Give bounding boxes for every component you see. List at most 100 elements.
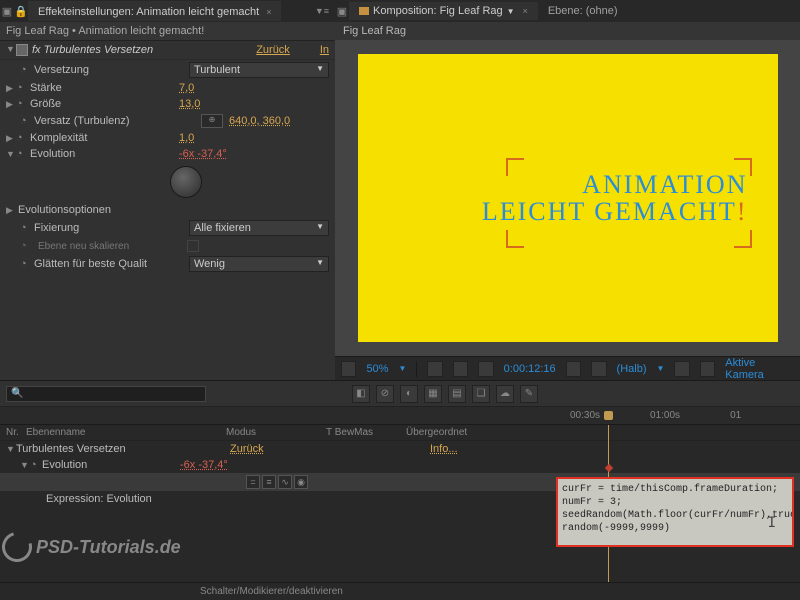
expression-pickwhip-icon[interactable]: ∿	[278, 475, 292, 489]
prop-label: Stärke	[28, 82, 179, 94]
tab-layer[interactable]: Ebene: (ohne)	[538, 2, 628, 20]
chevron-down-icon: ▼	[316, 258, 324, 270]
mask-icon[interactable]	[478, 361, 493, 377]
rotation-dial[interactable]	[170, 166, 202, 198]
guides-icon[interactable]	[453, 361, 468, 377]
selection-handle[interactable]	[506, 230, 524, 248]
channel-icon[interactable]	[591, 361, 606, 377]
search-input[interactable]: 🔍	[6, 386, 206, 402]
watermark: PSD-Tutorials.de	[2, 532, 181, 562]
selection-handle[interactable]	[506, 158, 524, 176]
aa-dropdown[interactable]: Wenig▼	[189, 256, 329, 272]
fx-enable-checkbox[interactable]	[16, 44, 28, 56]
prop-value[interactable]: 1,0	[179, 132, 329, 144]
stopwatch-icon[interactable]: ◔	[20, 64, 32, 76]
wrench-icon[interactable]: ✎	[520, 385, 538, 403]
prop-offset: ◔ Versatz (Turbulenz) ⊕ 640,0, 360,0	[0, 112, 335, 130]
view2-icon[interactable]	[700, 361, 715, 377]
prop-complexity: ▶ ◔ Komplexität 1,0	[0, 130, 335, 146]
stopwatch-icon[interactable]: ◔	[30, 459, 42, 471]
prop-label: Größe	[28, 98, 179, 110]
prop-value[interactable]: 7,0	[179, 82, 329, 94]
lock-closed-icon[interactable]: 🔒	[14, 5, 28, 18]
instance-link[interactable]: In	[320, 44, 329, 56]
lock-icon[interactable]: ▣	[0, 5, 14, 18]
blur-icon[interactable]: ▦	[424, 385, 442, 403]
stopwatch-icon[interactable]: ◔	[16, 132, 28, 144]
stopwatch-icon[interactable]: ◔	[20, 115, 32, 127]
viewer-tabs: ▣ Komposition: Fig Leaf Rag ▼ × Ebene: (…	[335, 0, 800, 22]
stopwatch-icon[interactable]: ◔	[16, 98, 28, 110]
disclosure-icon[interactable]: ▼	[6, 149, 16, 159]
stopwatch-icon[interactable]: ◔	[20, 222, 32, 234]
prop-value[interactable]: 640,0, 360,0	[229, 115, 329, 127]
prop-label: Versetzung	[32, 64, 189, 76]
viewer-controls: 50% ▼ 0:00:12:16 (Halb) ▼ Aktive Kamera	[335, 356, 800, 380]
tab-composition[interactable]: Komposition: Fig Leaf Rag ▼ ×	[349, 2, 538, 20]
brain-icon[interactable]: ☁	[496, 385, 514, 403]
pinning-dropdown[interactable]: Alle fixieren▼	[189, 220, 329, 236]
prop-label: Ebene neu skalieren	[32, 240, 187, 252]
stopwatch-icon[interactable]: ◔	[20, 258, 32, 270]
zoom-level[interactable]: 50%	[366, 363, 388, 375]
grid-icon[interactable]	[427, 361, 442, 377]
tab-effect-controls[interactable]: Effekteinstellungen: Animation leicht ge…	[28, 1, 281, 21]
snapshot-icon[interactable]	[566, 361, 581, 377]
timeline-ruler[interactable]: 00:30s 01:00s 01	[0, 407, 800, 425]
reset-link[interactable]: Zurück	[230, 443, 330, 455]
prop-displace: ◔ Versetzung Turbulent▼	[0, 60, 335, 80]
prop-antialiasing: ◔ Glätten für beste Qualit Wenig▼	[0, 254, 335, 274]
resolution[interactable]: (Halb)	[617, 363, 647, 375]
stopwatch-icon[interactable]: ◔	[16, 148, 28, 160]
prop-label: Evolutionsoptionen	[16, 204, 329, 216]
disclosure-icon[interactable]: ▼	[6, 44, 16, 56]
reset-link[interactable]: Zurück	[256, 44, 290, 56]
disclosure-icon[interactable]: ▼	[20, 460, 30, 470]
active-camera[interactable]: Aktive Kamera	[725, 357, 794, 381]
disclosure-icon[interactable]: ▶	[6, 205, 16, 216]
disclosure-icon[interactable]: ▼	[6, 444, 16, 454]
disclosure-icon[interactable]: ▶	[6, 133, 16, 144]
effect-panel-tabs: ▣ 🔒 Effekteinstellungen: Animation leich…	[0, 0, 335, 22]
prop-resize-layer: ◔ Ebene neu skalieren	[0, 238, 335, 254]
expression-editor[interactable]: curFr = time/thisComp.frameDuration; num…	[556, 477, 794, 547]
expression-graph-icon[interactable]: ≡	[262, 475, 276, 489]
timeline-row-effect[interactable]: ▼ Turbulentes Versetzen Zurück Info...	[0, 441, 800, 457]
shy-icon[interactable]: ⊘	[376, 385, 394, 403]
region-icon[interactable]	[341, 361, 356, 377]
expression-toggle-icon[interactable]: =	[246, 475, 260, 489]
disclosure-icon[interactable]: ▶	[6, 83, 16, 94]
position-crosshair-icon[interactable]: ⊕	[201, 114, 223, 128]
lock-icon[interactable]: ▣	[335, 5, 349, 18]
prop-value[interactable]: 13,0	[179, 98, 329, 110]
prop-value[interactable]: -6x -37,4°	[179, 148, 329, 160]
animation-text: ANIMATION LEICHT GEMACHT!	[482, 171, 748, 226]
selection-handle[interactable]	[734, 230, 752, 248]
close-icon[interactable]: ×	[266, 7, 271, 17]
expression-menu-icon[interactable]: ◉	[294, 475, 308, 489]
displace-dropdown[interactable]: Turbulent▼	[189, 62, 329, 78]
selection-handle[interactable]	[734, 158, 752, 176]
prop-size: ▶ ◔ Größe 13,0	[0, 96, 335, 112]
prop-value[interactable]: -6x -37,4°	[180, 459, 228, 471]
timeline-columns: Nr. Ebenenname Modus T BewMas Übergeordn…	[0, 425, 800, 441]
prop-label: Versatz (Turbulenz)	[32, 115, 201, 127]
graph-icon[interactable]: ▤	[448, 385, 466, 403]
timeline-row-evolution[interactable]: ▼ ◔ Evolution -6x -37,4°	[0, 457, 800, 473]
disclosure-icon[interactable]: ▶	[6, 99, 16, 110]
view1-icon[interactable]	[674, 361, 689, 377]
stopwatch-icon: ◔	[20, 240, 32, 252]
expression-text[interactable]: curFr = time/thisComp.frameDuration; num…	[562, 483, 788, 535]
composition-viewer[interactable]: ANIMATION LEICHT GEMACHT!	[335, 40, 800, 356]
current-time[interactable]: 0:00:12:16	[504, 363, 556, 375]
checkbox-disabled	[187, 240, 199, 252]
stopwatch-icon[interactable]: ◔	[16, 82, 28, 94]
cube-icon[interactable]: ❏	[472, 385, 490, 403]
close-icon[interactable]: ×	[523, 6, 528, 16]
breadcrumb: Fig Leaf Rag • Animation leicht gemacht!	[0, 22, 335, 41]
panel-menu-icon[interactable]: ▼≡	[315, 6, 329, 16]
layer-switch-icon[interactable]: ◧	[352, 385, 370, 403]
fb-icon[interactable]: ◐	[400, 385, 418, 403]
chevron-down-icon: ▼	[316, 222, 324, 234]
info-link[interactable]: Info...	[430, 443, 458, 455]
